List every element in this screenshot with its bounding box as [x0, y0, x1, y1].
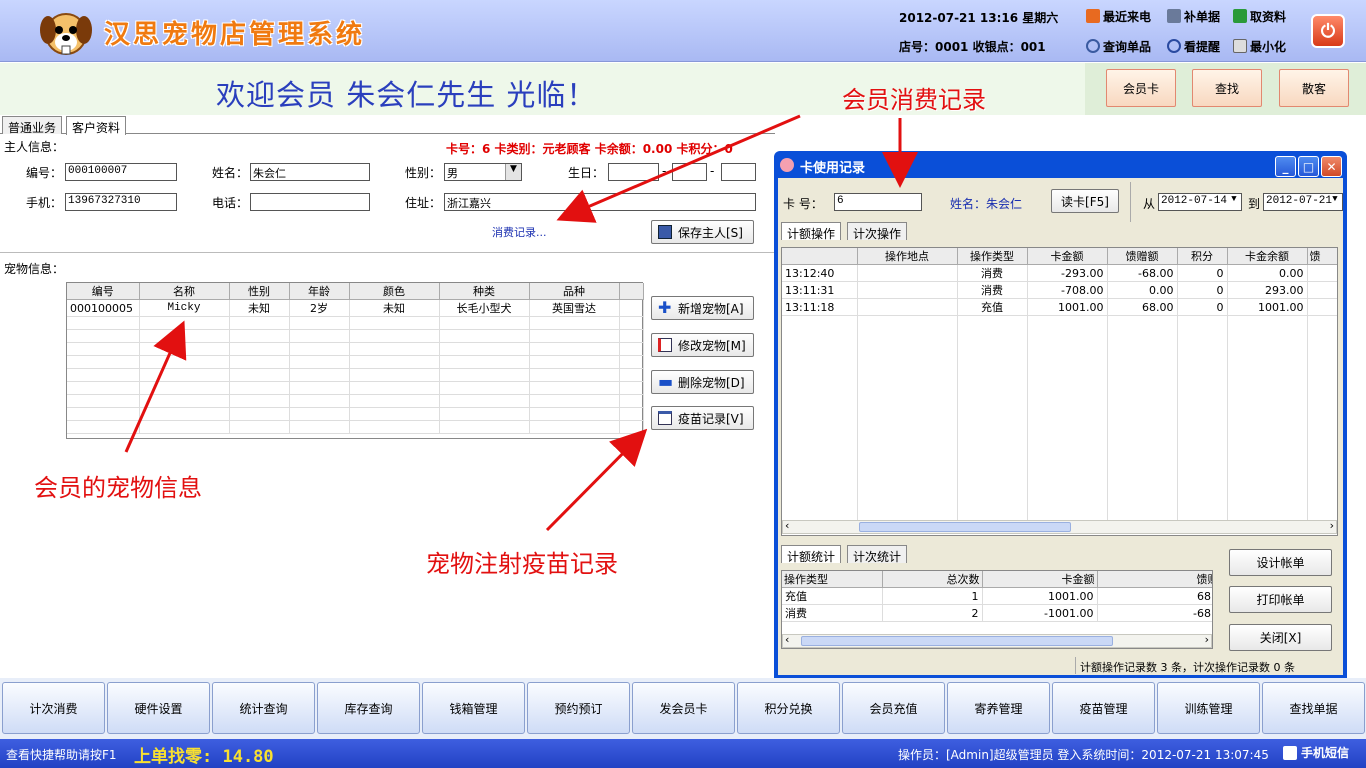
help-hint: 查看快捷帮助请按F1 — [6, 748, 117, 762]
arrow-to-pet-row — [124, 320, 187, 453]
hardware-settings-button[interactable]: 硬件设置 — [107, 682, 210, 734]
arrow-to-consume-link — [556, 114, 801, 223]
boarding-management-button[interactable]: 寄养管理 — [947, 682, 1050, 734]
points-redeem-button[interactable]: 积分兑换 — [737, 682, 840, 734]
change-amount: 上单找零: 14.80 — [134, 747, 274, 767]
message-icon — [1283, 745, 1297, 760]
training-management-button[interactable]: 训练管理 — [1157, 682, 1260, 734]
annotation-arrows — [124, 114, 918, 532]
cash-drawer-button[interactable]: 钱箱管理 — [422, 682, 525, 734]
inventory-query-button[interactable]: 库存查询 — [317, 682, 420, 734]
stats-query-button[interactable]: 统计查询 — [212, 682, 315, 734]
count-consume-button[interactable]: 计次消费 — [2, 682, 105, 734]
member-recharge-button[interactable]: 会员充值 — [842, 682, 945, 734]
vaccine-management-button[interactable]: 疫苗管理 — [1052, 682, 1155, 734]
arrow-to-vaccine-button — [545, 428, 648, 532]
operator-info: 操作员：[Admin]超级管理员 登入系统时间：2012-07-21 13:07… — [898, 748, 1269, 762]
issue-member-card-button[interactable]: 发会员卡 — [632, 682, 735, 734]
reservation-button[interactable]: 预约预订 — [527, 682, 630, 734]
sms-button[interactable]: 手机短信 — [1283, 744, 1349, 761]
find-receipt-button[interactable]: 查找单据 — [1262, 682, 1365, 734]
